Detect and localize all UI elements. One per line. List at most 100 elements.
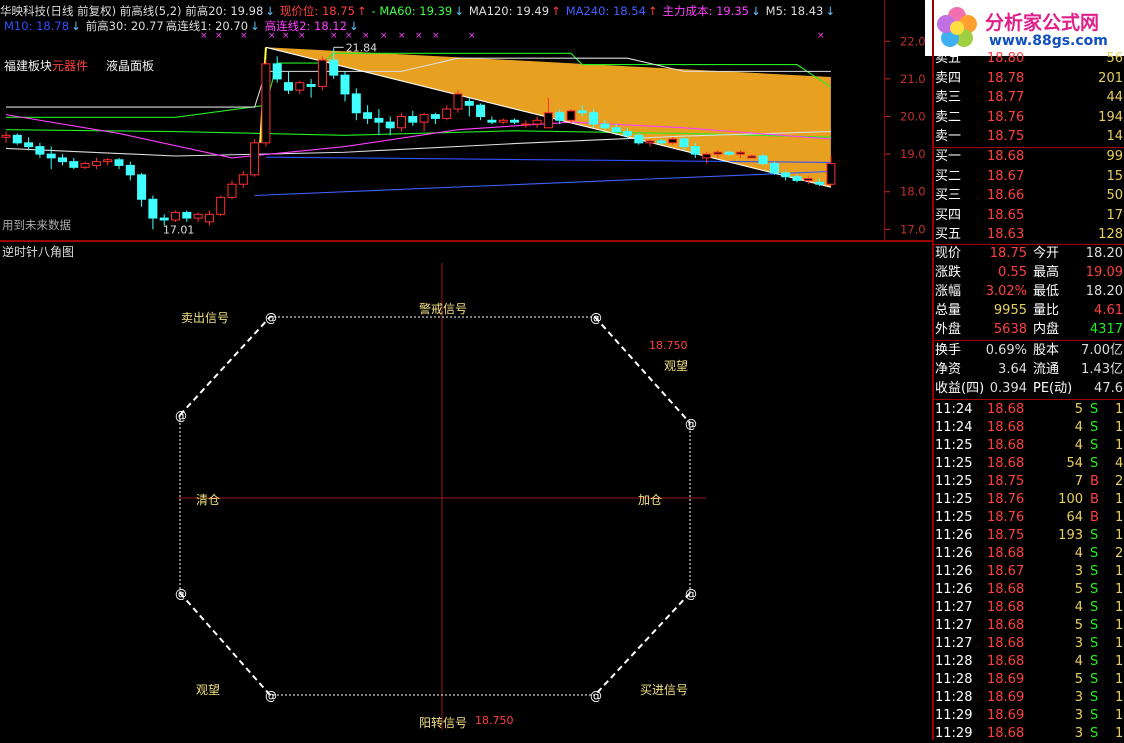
- signal-marker: ×: [468, 31, 476, 41]
- bid-row-cell: 买五: [935, 227, 962, 242]
- candle-body: [453, 93, 463, 110]
- signal-marker: ×: [432, 31, 440, 41]
- tick-row-cell: 1: [1115, 564, 1124, 579]
- stat2-row: 换手 0.69% 股本 7.00亿: [935, 342, 1124, 360]
- candle-body: [80, 163, 90, 168]
- candle-body: [363, 112, 373, 119]
- tick-row: 11:28 18.69 5 S 1: [935, 671, 1124, 689]
- y-axis-divider: [884, 0, 885, 240]
- octagon-title: 逆时针八角图: [2, 245, 75, 259]
- octagon-vertex: @: [685, 417, 697, 431]
- tick-row-cell: 11:28: [935, 672, 973, 687]
- tick-row-cell: 5: [1074, 402, 1083, 417]
- tick-row-cell: 4: [1074, 600, 1083, 615]
- octagon-chart[interactable]: @ @@@@@@@卖出信号警戒信号观望加仓买进信号阳转信号观望清仓18.75018…: [0, 242, 925, 740]
- chart-divider: [0, 240, 932, 242]
- candle-body: [114, 159, 124, 166]
- tick-row-cell: 1: [1115, 402, 1124, 417]
- quote-panel: 卖五 18.80 56 卖四 18.78 201 卖三 18.77 44 卖二 18.76 194 卖一…: [935, 0, 1124, 741]
- candle-body: [724, 151, 734, 155]
- candle-body: [182, 211, 192, 219]
- tick-row-cell: S: [1090, 618, 1099, 633]
- tick-row-cell: 1: [1115, 492, 1124, 507]
- bid-row-cell: 18.65: [987, 207, 1025, 223]
- tick-row: 11:26 18.67 3 S 1: [935, 563, 1124, 581]
- candle-body: [634, 134, 644, 144]
- ask-row-cell: 18.76: [987, 109, 1025, 125]
- tick-row-cell: 18.68: [987, 726, 1025, 741]
- octagon-vertex: @: [590, 689, 602, 703]
- tick-row-cell: 11:27: [935, 600, 973, 615]
- kline-chart[interactable]: 22.0021.0020.0019.0018.0017.00××××××××××…: [0, 0, 925, 240]
- tick-row-cell: S: [1090, 726, 1099, 741]
- tick-row-cell: 1: [1115, 600, 1124, 615]
- candle-body: [781, 172, 791, 178]
- stat-row-cell: 涨跌: [935, 265, 962, 280]
- quote-separator: [934, 340, 1124, 341]
- tick-row: 11:24 18.68 5 S 1: [935, 401, 1124, 419]
- indicator-header-row1: 华映科技(日线 前复权) 前高线(5,2) 前高20: 19.98 ↓ 现价位: 1…: [0, 3, 840, 19]
- ask-row-cell: 18.80: [987, 51, 1025, 66]
- tick-row-cell: 4: [1074, 420, 1083, 435]
- stat2-row-cell: 0.394: [989, 381, 1027, 396]
- future-data-label: 用到未来数据: [2, 218, 71, 232]
- indicator-header-row2: M10: 18.78 ↓ 前高30: 20.77 高连线1: 20.70 ↓ 高连线2: …: [4, 18, 364, 34]
- candle-body: [148, 198, 158, 219]
- tick-row-cell: 1: [1115, 420, 1124, 435]
- octagon-edge: [179, 592, 271, 696]
- candle-body: [645, 140, 655, 144]
- stat-row-cell: 18.20: [1085, 246, 1123, 261]
- tick-row-cell: 4: [1074, 546, 1083, 561]
- ask-row: 卖三 18.77 44: [935, 89, 1124, 107]
- tick-row-cell: S: [1090, 402, 1099, 417]
- bid-row-cell: 50: [1106, 188, 1123, 203]
- tick-row-cell: 18.67: [987, 564, 1025, 579]
- bid-row-cell: 18.66: [987, 188, 1025, 203]
- ask-row-cell: 194: [1098, 109, 1123, 125]
- stat2-row-cell: 1.43亿: [1081, 362, 1123, 377]
- quote-separator: [934, 147, 1124, 148]
- header1-item: - MA60: 19.39: [371, 4, 453, 18]
- ask-row-cell: 14: [1106, 129, 1123, 144]
- candle-body: [713, 151, 723, 155]
- stat2-row-cell: 3.64: [998, 362, 1027, 377]
- candle-body: [46, 153, 56, 159]
- tick-row-cell: 18.68: [987, 546, 1025, 561]
- tick-row: 11:25 18.76 100 B 1: [935, 491, 1124, 509]
- header2-item: M10: 18.78: [4, 19, 70, 33]
- candle-body: [747, 155, 757, 159]
- tick-row-cell: S: [1090, 708, 1099, 723]
- tick-row-cell: S: [1090, 420, 1099, 435]
- candle-body: [238, 174, 248, 185]
- candle-body: [758, 155, 768, 165]
- stat2-row-cell: 流通: [1033, 362, 1060, 377]
- octagon-edge: [179, 316, 271, 416]
- tick-row-cell: 64: [1066, 510, 1083, 525]
- tick-row-cell: 3: [1074, 690, 1083, 705]
- octagon-vertex: @: [265, 311, 277, 325]
- header1-item: 现价位: 18.75: [279, 4, 355, 18]
- tick-row-cell: 11:26: [935, 546, 973, 561]
- tick-row-cell: 18.68: [987, 402, 1025, 417]
- candle-body: [295, 82, 305, 91]
- candle-body: [272, 63, 282, 80]
- bid-row-cell: 17: [1106, 207, 1123, 223]
- candle-body: [792, 176, 802, 181]
- header1-item: ↓: [454, 4, 464, 18]
- stat-row-cell: 5638: [993, 322, 1027, 337]
- tick-row-cell: 18.68: [987, 654, 1025, 669]
- candle-body: [510, 119, 519, 123]
- candle-body: [736, 151, 745, 155]
- stat2-row-cell: 0.69%: [985, 343, 1027, 358]
- tick-row-cell: 11:25: [935, 510, 973, 525]
- stat-row-cell: 总量: [935, 303, 962, 318]
- block-label: 福建板块元器件: [4, 59, 89, 73]
- low-annotation: 17.01: [163, 223, 195, 236]
- tick-row-cell: 100: [1058, 492, 1083, 507]
- tick-row-cell: 18.69: [987, 708, 1025, 723]
- header1-item: ↑: [647, 4, 658, 18]
- candle-body: [340, 74, 350, 95]
- candle-body: [826, 163, 836, 185]
- candle-body: [555, 112, 565, 121]
- ask-row-cell: 18.77: [987, 90, 1025, 105]
